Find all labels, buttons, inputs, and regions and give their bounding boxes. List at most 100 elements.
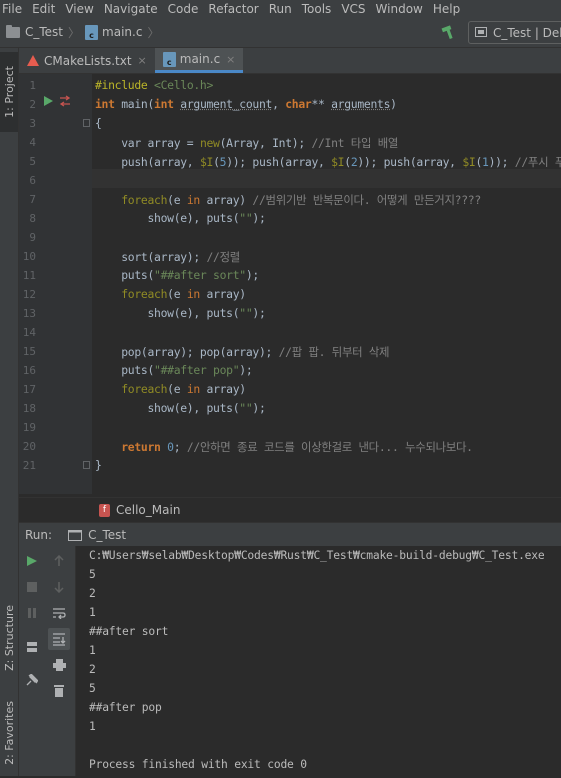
scroll-up-button[interactable] xyxy=(50,552,68,570)
pin-button[interactable] xyxy=(23,671,41,689)
menu-run[interactable]: Run xyxy=(264,2,297,16)
menu-view[interactable]: View xyxy=(60,2,98,16)
tool-tab-structure[interactable]: Z: Structure xyxy=(0,593,18,683)
menu-help[interactable]: Help xyxy=(428,2,465,16)
menu-window[interactable]: Window xyxy=(371,2,428,16)
build-hammer-icon[interactable] xyxy=(441,25,457,39)
left-tool-strip: 1: Project Z: Structure 2: Favorites xyxy=(0,48,19,776)
code-token: show(e), puts( xyxy=(95,306,240,320)
menu-code[interactable]: Code xyxy=(163,2,204,16)
run-tab[interactable]: C_Test xyxy=(68,528,126,542)
print-button[interactable] xyxy=(50,656,68,674)
code-token: <Cello.h> xyxy=(154,78,214,92)
line-number: 15 xyxy=(22,345,36,358)
scroll-to-end-icon xyxy=(53,632,66,646)
menu-vcs[interactable]: VCS xyxy=(336,2,370,16)
console-output[interactable] xyxy=(76,546,561,776)
function-icon: f xyxy=(99,503,110,517)
close-icon[interactable]: × xyxy=(226,53,235,66)
code-line: sort(array); //정렬 xyxy=(95,249,240,265)
line-number: 5 xyxy=(29,155,36,168)
code-token: int xyxy=(95,97,122,111)
code-token: ); xyxy=(252,211,266,225)
code-token: ; xyxy=(173,440,187,454)
code-token: char xyxy=(285,97,312,111)
line-number: 3 xyxy=(29,117,36,130)
code-token: push(array, xyxy=(95,155,200,169)
tab-cmakelists[interactable]: CMakeLists.txt × xyxy=(19,48,155,73)
run-config-label: C_Test | Deb xyxy=(493,25,561,40)
code-token: #include xyxy=(95,78,155,92)
code-token: //범위기반 반복문이다. 어떻게 만든거지???? xyxy=(252,193,481,207)
code-token: ) xyxy=(390,97,397,111)
close-icon[interactable]: × xyxy=(138,54,147,67)
menu-refactor[interactable]: Refactor xyxy=(203,2,263,16)
run-configuration-selector[interactable]: C_Test | Deb xyxy=(468,21,561,44)
c-file-icon: c xyxy=(85,24,99,40)
code-line: puts("##after pop"); xyxy=(95,363,253,377)
code-line: show(e), puts(""); xyxy=(95,211,266,225)
line-number: 13 xyxy=(22,307,36,320)
stop-button[interactable] xyxy=(23,578,41,596)
breadcrumb-project[interactable]: C_Test xyxy=(25,25,63,39)
layout-button[interactable] xyxy=(23,638,41,656)
code-token: ); xyxy=(252,401,266,415)
code-token: "" xyxy=(239,306,253,320)
tab-label: CMakeLists.txt xyxy=(44,53,132,68)
run-play-icon xyxy=(44,96,53,106)
function-breadcrumb[interactable]: Cello_Main xyxy=(116,503,180,517)
code-token: in xyxy=(186,382,200,396)
menu-bar: File Edit View Navigate Code Refactor Run Tools… xyxy=(0,0,561,17)
pause-icon xyxy=(28,608,36,618)
code-token: $I xyxy=(462,155,476,169)
fold-marker-icon[interactable] xyxy=(83,119,90,127)
scroll-down-button[interactable] xyxy=(50,578,68,596)
code-token: )); push(array, xyxy=(226,155,332,169)
breadcrumb-file[interactable]: main.c xyxy=(102,25,142,39)
c-file-icon: c xyxy=(162,51,176,67)
soft-wrap-button[interactable] xyxy=(50,604,68,622)
console-line: Process finished with exit code 0 xyxy=(89,758,307,771)
run-gutter-icons[interactable] xyxy=(43,95,73,107)
rerun-button[interactable] xyxy=(23,552,41,570)
tool-tab-favorites[interactable]: 2: Favorites xyxy=(0,688,18,778)
arrow-down-icon xyxy=(54,582,64,593)
tool-tab-project[interactable]: 1: Project xyxy=(0,52,18,132)
code-token: , xyxy=(272,97,286,111)
print-icon xyxy=(52,659,66,671)
menu-file[interactable]: File xyxy=(0,2,27,16)
code-token: } xyxy=(95,458,102,472)
breadcrumb-separator: 〉 xyxy=(147,25,160,40)
tab-main-c[interactable]: c main.c × xyxy=(154,48,244,73)
code-line: int main(int argument_count, char** argu… xyxy=(95,97,397,111)
line-number: 16 xyxy=(22,364,36,377)
scroll-to-end-button[interactable] xyxy=(48,628,70,650)
menu-navigate[interactable]: Navigate xyxy=(99,2,163,16)
code-token: show(e), puts( xyxy=(95,211,240,225)
pause-button[interactable] xyxy=(23,604,41,622)
run-tab-label: C_Test xyxy=(88,528,127,542)
menu-edit[interactable]: Edit xyxy=(27,2,60,16)
code-token: //푸시 푸시 xyxy=(514,155,561,169)
code-line: foreach(e in array) xyxy=(95,382,246,396)
code-line: { xyxy=(95,116,102,130)
clear-all-button[interactable] xyxy=(50,681,68,699)
line-number: 21 xyxy=(22,459,36,472)
code-token: //정렬 xyxy=(206,250,240,264)
code-token: ); xyxy=(239,363,253,377)
caret-line-highlight xyxy=(92,169,561,188)
menu-tools[interactable]: Tools xyxy=(297,2,337,16)
code-line: var array = new(Array, Int); //Int 타입 배열 xyxy=(95,135,398,151)
code-token: var array = xyxy=(95,136,200,150)
code-token: (e xyxy=(167,193,187,207)
line-number: 4 xyxy=(29,136,36,149)
fold-marker-icon[interactable] xyxy=(83,461,90,469)
line-number: 12 xyxy=(22,288,36,301)
code-line: show(e), puts(""); xyxy=(95,401,266,415)
code-token: pop(array); pop(array); xyxy=(95,345,279,359)
tool-tab-favorites-label: 2: Favorites xyxy=(2,701,16,765)
code-token: (e xyxy=(167,382,187,396)
code-line: #include <Cello.h> xyxy=(95,78,213,92)
